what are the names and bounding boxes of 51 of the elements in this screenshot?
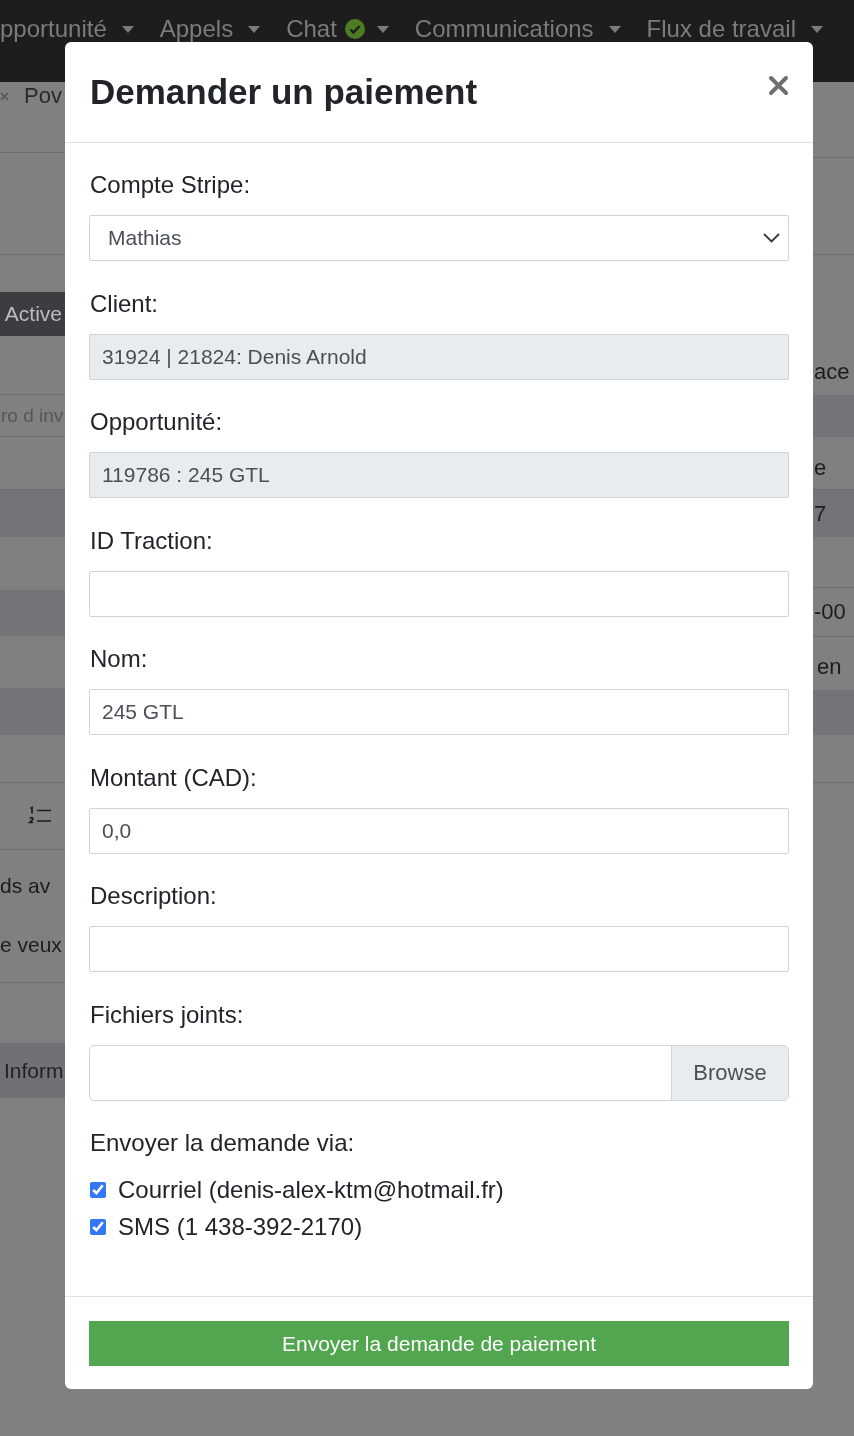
field-label: Compte Stripe:: [89, 170, 251, 200]
checkbox[interactable]: [90, 1182, 106, 1198]
paragraph-text: e veux: [0, 933, 63, 957]
table-row: [0, 688, 65, 735]
table-row: [0, 490, 65, 537]
table-row: [0, 590, 65, 636]
field-label: Montant (CAD):: [89, 762, 257, 793]
input-field[interactable]: 245 GTL: [89, 689, 789, 735]
checkbox-label: Courriel (denis-alex-ktm@hotmail.fr): [118, 1175, 504, 1205]
title-text: Pov: [24, 84, 62, 108]
field-label: Nom:: [89, 644, 148, 674]
table-row: [813, 690, 854, 735]
nav-menu-item[interactable]: Flux de travail: [646, 17, 823, 41]
nav-menu-item[interactable]: pportunité: [0, 17, 134, 41]
field-label: Client:: [89, 288, 159, 319]
field-label: Envoyer la demande via:: [89, 1128, 355, 1158]
caret-icon: [248, 25, 261, 33]
checkbox-label: SMS (1 438-392-2170): [118, 1212, 363, 1242]
input-field[interactable]: 0,0: [89, 807, 789, 854]
browse-button[interactable]: Browse: [671, 1045, 788, 1100]
cell-text: en: [816, 655, 842, 679]
input-field[interactable]: [89, 926, 789, 972]
chevron-down-icon: [763, 233, 780, 243]
nav-menu-item[interactable]: Chat: [286, 17, 389, 41]
input-field[interactable]: 31924 | 21824: Denis Arnold: [89, 333, 789, 380]
select-field[interactable]: Mathias: [89, 215, 789, 261]
cell-text: e: [813, 456, 827, 480]
cell-text: -00: [813, 600, 846, 624]
numbered-list-icon[interactable]: [28, 806, 52, 826]
field-label: Opportunité:: [89, 407, 223, 437]
close-icon[interactable]: [768, 75, 789, 96]
caret-icon: [608, 25, 621, 33]
file-field[interactable]: Browse: [89, 1044, 789, 1101]
section-header: Inform: [0, 1043, 65, 1098]
field-label: Description:: [89, 881, 217, 911]
status-badge: Active: [0, 292, 65, 336]
cell-text: ace: [813, 360, 850, 384]
nav-menu-item[interactable]: Communications: [414, 17, 621, 41]
caret-icon: [121, 25, 134, 33]
dialog-title: Demander un paiement: [90, 72, 478, 112]
paragraph-text: ds av: [0, 874, 52, 898]
field-label: ID Traction:: [89, 525, 213, 556]
caret-icon: [376, 25, 389, 33]
input-field[interactable]: [89, 570, 789, 617]
checkbox[interactable]: [90, 1219, 106, 1235]
field-label: Fichiers joints:: [89, 999, 244, 1030]
caret-icon: [810, 25, 823, 33]
input-field[interactable]: 119786 : 245 GTL: [89, 452, 789, 498]
table-row: [813, 395, 854, 437]
cell-text: 7: [813, 501, 827, 526]
nav-menu-item[interactable]: Appels: [159, 17, 261, 41]
